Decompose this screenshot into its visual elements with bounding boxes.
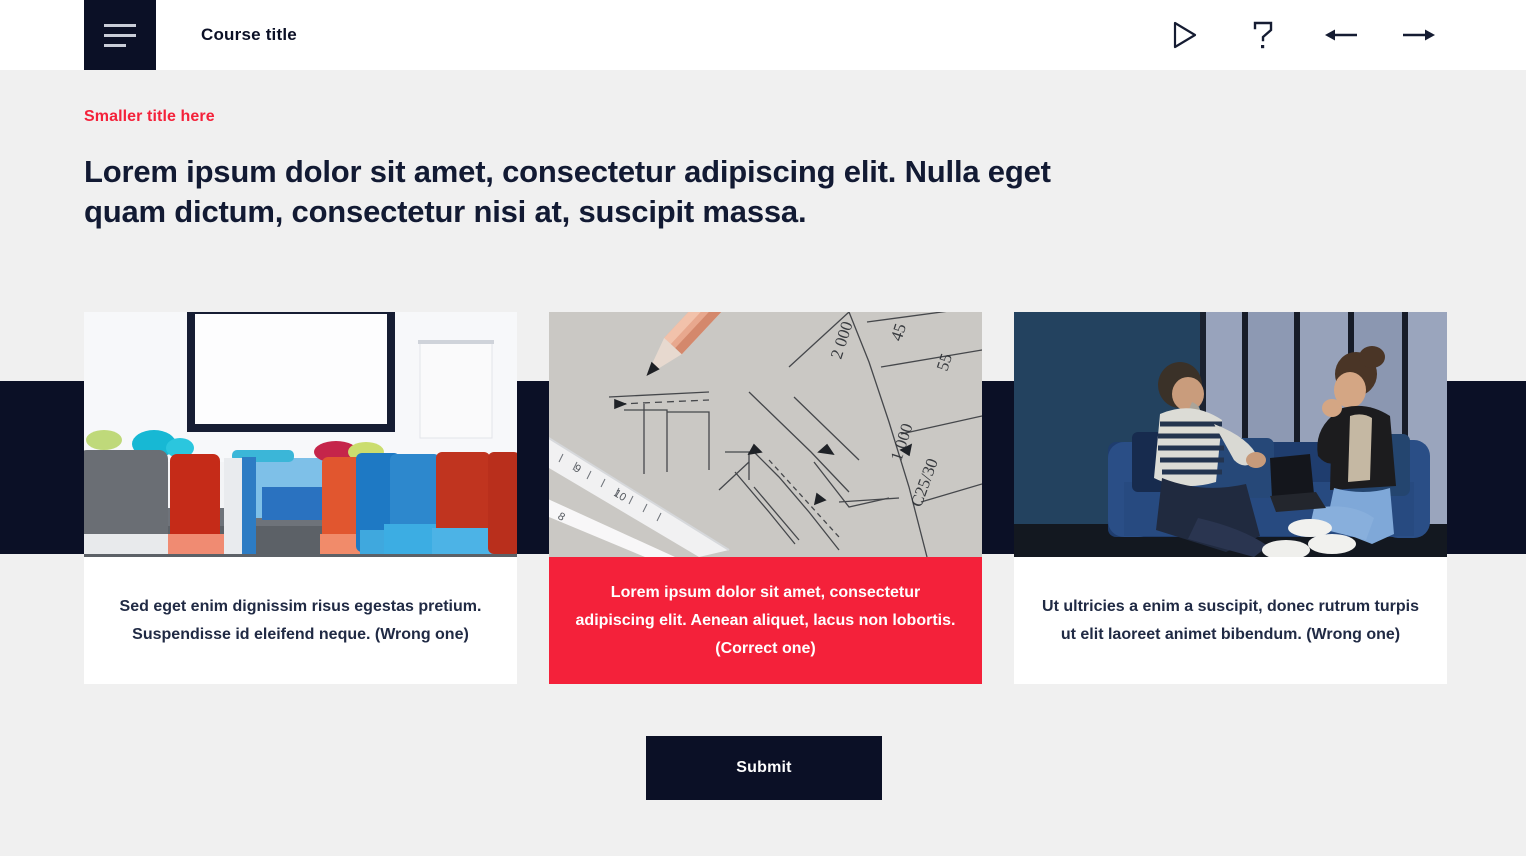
course-title: Course title — [201, 25, 297, 44]
hamburger-menu-icon-bar-3 — [104, 43, 126, 47]
eyebrow-title: Smaller title here — [84, 108, 215, 125]
arrow-left-icon[interactable] — [1324, 18, 1358, 52]
help-question-icon[interactable] — [1246, 18, 1280, 52]
answer-options-list: Sed eget enim dignissim risus egestas pr… — [84, 312, 1447, 684]
hamburger-menu-button[interactable] — [84, 0, 156, 70]
blueprint-image: 2 000 1 000 45 55 C25/30 9 10 8 — [549, 312, 982, 557]
hamburger-menu-icon-bar-2 — [104, 33, 136, 37]
people-on-sofa-image — [1014, 312, 1447, 557]
answer-option-text: Sed eget enim dignissim risus egestas pr… — [119, 597, 482, 643]
submit-button[interactable]: Submit — [646, 736, 882, 800]
answer-option-text: Ut ultricies a enim a suscipit, donec ru… — [1042, 597, 1419, 643]
app-header: Course title — [0, 0, 1526, 70]
answer-option-text: Lorem ipsum dolor sit amet, consectetur … — [575, 583, 956, 657]
main-content: Smaller title here Lorem ipsum dolor sit… — [0, 70, 1526, 856]
answer-option-card-3[interactable]: Ut ultricies a enim a suscipit, donec ru… — [1014, 312, 1447, 684]
classroom-image — [84, 312, 517, 557]
answer-option-card-2[interactable]: 2 000 1 000 45 55 C25/30 9 10 8 Lorem ip… — [549, 312, 982, 684]
hamburger-menu-icon-bar-1 — [104, 23, 136, 27]
header-actions — [1168, 0, 1436, 70]
arrow-right-icon[interactable] — [1402, 18, 1436, 52]
page-title: Lorem ipsum dolor sit amet, consectetur … — [84, 154, 1051, 229]
play-icon[interactable] — [1168, 18, 1202, 52]
answer-option-card-1[interactable]: Sed eget enim dignissim risus egestas pr… — [84, 312, 517, 684]
